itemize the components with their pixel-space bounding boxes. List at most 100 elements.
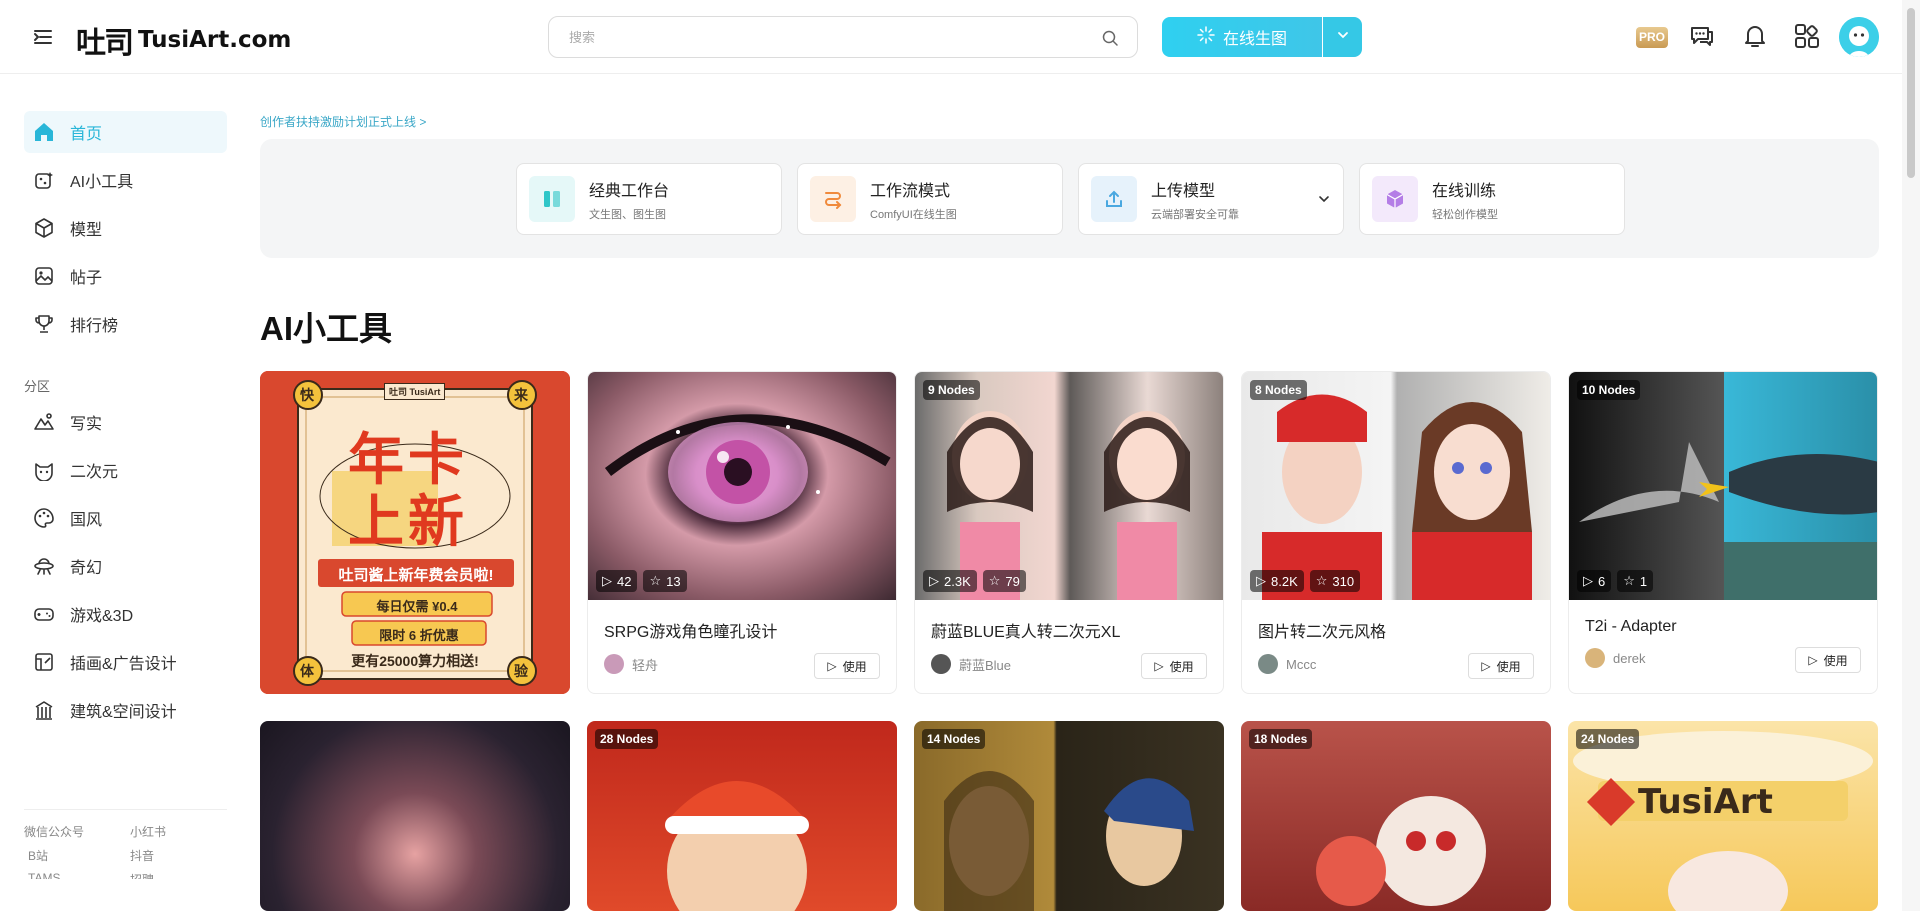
sidebar-item-label: 排行榜 xyxy=(70,318,119,335)
announcement-link[interactable]: 创作者扶持激励计划正式上线 > xyxy=(260,113,426,130)
tool-card-thumbnail[interactable] xyxy=(260,721,570,911)
palette-icon xyxy=(32,506,56,530)
nodes-badge: 8 Nodes xyxy=(1250,380,1307,400)
footer-link-tams[interactable]: TAMS xyxy=(28,871,60,879)
top-header: 吐司 TusiArt.com 在线生图 PRO xyxy=(0,0,1902,74)
apps-grid-icon[interactable] xyxy=(1793,22,1821,50)
play-icon: ▷ xyxy=(1583,573,1593,588)
generate-online-button[interactable]: 在线生图 xyxy=(1162,17,1322,57)
use-button[interactable]: ▷ 使用 xyxy=(1795,647,1861,673)
sidebar-item-label: 游戏&3D xyxy=(70,608,134,625)
sidebar-item-posts[interactable]: 帖子 xyxy=(24,255,227,297)
tool-card[interactable]: TusiArt 24 Nodes xyxy=(1568,721,1878,911)
tool-card[interactable]: 9 Nodes ▷ 2.3K ☆ 79 蔚蓝BLUE真人转二次元XL 蔚蓝Blue … xyxy=(914,371,1224,694)
eye-illustration xyxy=(604,414,891,522)
user-avatar[interactable] xyxy=(1839,17,1879,57)
footer-link-jobs[interactable]: 招聘 xyxy=(130,871,154,879)
use-button[interactable]: ▷ 使用 xyxy=(814,653,880,679)
quick-card-upload-model[interactable]: 上传模型 云端部署安全可靠 xyxy=(1078,163,1344,235)
tool-card-thumbnail[interactable]: 10 Nodes ▷ 6 ☆ 1 xyxy=(1569,372,1877,600)
sidebar-item-ranking[interactable]: 排行榜 xyxy=(24,303,227,345)
tool-card-title[interactable]: 蔚蓝BLUE真人转二次元XL xyxy=(931,618,1223,642)
play-count-value: 2.3K xyxy=(944,573,971,589)
search-input[interactable] xyxy=(569,17,1089,57)
play-count-value: 8.2K xyxy=(1271,573,1298,589)
card-stats: ▷ 8.2K ☆ 310 xyxy=(1250,570,1361,592)
promo-bonus: 更有25000算力相送! xyxy=(351,653,479,669)
tool-card-thumbnail[interactable]: 9 Nodes ▷ 2.3K ☆ 79 xyxy=(915,372,1223,600)
footer-link-wechat[interactable]: 微信公众号 xyxy=(24,823,84,840)
quick-card-title: 经典工作台 xyxy=(589,182,670,200)
portrait-comparison xyxy=(1262,394,1532,600)
sidebar-item-realistic[interactable]: 写实 xyxy=(24,401,227,443)
bell-icon[interactable] xyxy=(1741,22,1769,50)
tool-card[interactable]: 8 Nodes ▷ 8.2K ☆ 310 图片转二次元风格 Mccc ▷ 使用 xyxy=(1241,371,1551,694)
nodes-badge: 28 Nodes xyxy=(595,729,659,749)
site-logo[interactable]: 吐司 TusiArt.com xyxy=(76,18,291,62)
tool-card[interactable] xyxy=(260,721,570,911)
pro-badge[interactable]: PRO xyxy=(1636,27,1668,48)
tool-card[interactable]: 28 Nodes xyxy=(587,721,897,911)
footer-link-douyin[interactable]: 抖音 xyxy=(130,847,154,864)
logo-mark: 吐司 xyxy=(76,26,134,61)
sidebar-item-home[interactable]: 首页 xyxy=(24,111,227,153)
scrollbar-thumb[interactable] xyxy=(1907,8,1915,178)
tool-card[interactable]: ▷ 42 ☆ 13 SRPG游戏角色瞳孔设计 轻舟 ▷ 使用 xyxy=(587,371,897,694)
sidebar-item-architecture[interactable]: 建筑&空间设计 xyxy=(24,689,227,731)
page-scrollbar[interactable] xyxy=(1902,0,1920,911)
chevron-down-icon[interactable] xyxy=(1317,192,1331,211)
tool-card-thumbnail[interactable]: 28 Nodes xyxy=(587,721,897,911)
play-icon: ▷ xyxy=(1154,659,1164,673)
play-count-value: 6 xyxy=(1598,573,1606,589)
play-icon: ▷ xyxy=(929,573,939,588)
tool-card-title[interactable]: 图片转二次元风格 xyxy=(1258,618,1550,642)
tool-card[interactable]: 10 Nodes ▷ 6 ☆ 1 T2i - Adapter derek ▷ 使用 xyxy=(1568,371,1878,694)
painting-comparison xyxy=(944,771,1194,911)
tool-card-author[interactable]: 蔚蓝Blue xyxy=(931,654,1011,674)
sidebar-item-game-3d[interactable]: 游戏&3D xyxy=(24,593,227,635)
tool-card-thumbnail[interactable]: 18 Nodes xyxy=(1241,721,1551,911)
tool-card-author[interactable]: Mccc xyxy=(1258,654,1316,674)
ai-tool-icon xyxy=(32,168,56,192)
tool-card-title[interactable]: SRPG游戏角色瞳孔设计 xyxy=(604,618,896,642)
sidebar-item-illustration[interactable]: 插画&广告设计 xyxy=(24,641,227,683)
quick-card-workflow[interactable]: 工作流模式 ComfyUI在线生图 xyxy=(797,163,1063,235)
quick-card-online-training[interactable]: 在线训练 轻松创作模型 xyxy=(1359,163,1625,235)
sidebar-item-label: 首页 xyxy=(70,126,103,143)
generate-dropdown-button[interactable] xyxy=(1323,17,1362,57)
quick-card-subtitle: 云端部署安全可靠 xyxy=(1151,208,1239,221)
footer-link-bilibili[interactable]: B站 xyxy=(28,847,48,864)
author-name: 轻舟 xyxy=(632,657,659,673)
star-icon: ☆ xyxy=(649,573,662,588)
use-button[interactable]: ▷ 使用 xyxy=(1141,653,1207,679)
tool-card-thumbnail[interactable]: 14 Nodes xyxy=(914,721,1224,911)
tool-card[interactable]: 14 Nodes xyxy=(914,721,1224,911)
sidebar-item-models[interactable]: 模型 xyxy=(24,207,227,249)
card-stats: ▷ 42 ☆ 13 xyxy=(596,570,687,592)
quick-card-classic-workbench[interactable]: 经典工作台 文生图、图生图 xyxy=(516,163,782,235)
footer-link-xiaohongshu[interactable]: 小红书 xyxy=(130,823,166,840)
play-icon: ▷ xyxy=(1808,653,1818,667)
sidebar-item-anime[interactable]: 二次元 xyxy=(24,449,227,491)
search-icon[interactable] xyxy=(1101,29,1119,52)
sidebar-item-guofeng[interactable]: 国风 xyxy=(24,497,227,539)
sidebar-item-ai-tools[interactable]: AI小工具 xyxy=(24,159,227,201)
use-button[interactable]: ▷ 使用 xyxy=(1468,653,1534,679)
star-count-value: 13 xyxy=(666,573,681,589)
sidebar-toggle-icon[interactable] xyxy=(32,26,54,48)
use-label: 使用 xyxy=(1823,653,1848,668)
promo-banner-card[interactable]: 快 来 体 验 吐司 TusiArt 年卡 上新 吐司酱上新年费会员啦! 每日仅… xyxy=(260,371,570,694)
nodes-badge: 10 Nodes xyxy=(1577,380,1641,400)
tool-card-thumbnail[interactable]: TusiArt 24 Nodes xyxy=(1568,721,1878,911)
tool-card[interactable]: 18 Nodes xyxy=(1241,721,1551,911)
tool-card-author[interactable]: 轻舟 xyxy=(604,654,658,674)
chat-icon[interactable] xyxy=(1688,22,1716,50)
sidebar-item-fantasy[interactable]: 奇幻 xyxy=(24,545,227,587)
tool-card-author[interactable]: derek xyxy=(1585,648,1646,668)
promo-big-line2: 上新 xyxy=(348,490,468,553)
tool-card-thumbnail[interactable]: ▷ 42 ☆ 13 xyxy=(588,372,896,600)
tool-card-thumbnail[interactable]: 8 Nodes ▷ 8.2K ☆ 310 xyxy=(1242,372,1550,600)
tool-card-title[interactable]: T2i - Adapter xyxy=(1585,618,1877,636)
use-label: 使用 xyxy=(1496,659,1521,674)
sidebar-item-label: 二次元 xyxy=(70,464,119,481)
